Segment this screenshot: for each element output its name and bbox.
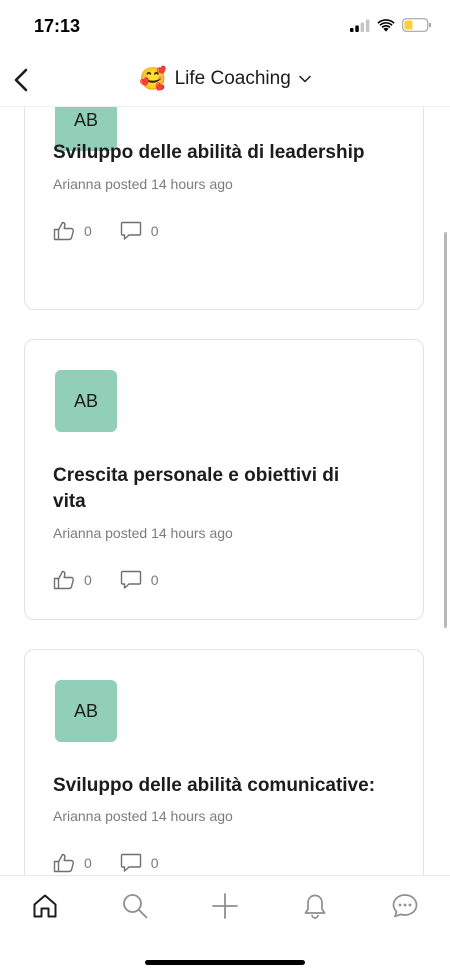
post-title[interactable]: Sviluppo delle abilità di leadership [53, 140, 383, 166]
post-title[interactable]: Sviluppo delle abilità comunicative: [53, 773, 413, 799]
post-meta: Arianna posted 14 hours ago [53, 525, 233, 541]
status-time: 17:13 [34, 16, 81, 36]
plus-icon [212, 893, 238, 919]
like-count: 0 [84, 855, 92, 871]
post-meta: Arianna posted 14 hours ago [53, 176, 233, 192]
status-bar: 17:13 [0, 0, 450, 54]
like-button[interactable]: 0 [53, 853, 92, 873]
comment-icon [120, 570, 141, 589]
bell-icon [304, 894, 326, 919]
tab-notifications[interactable] [293, 884, 337, 928]
comment-button[interactable]: 0 [120, 570, 159, 590]
chat-icon [392, 894, 418, 918]
like-button[interactable]: 0 [53, 570, 92, 590]
post-card[interactable]: AB Crescita personale e obiettivi di vit… [24, 339, 424, 620]
thumbs-up-icon [53, 221, 74, 241]
post-actions: 0 0 [53, 221, 187, 241]
search-icon [123, 894, 148, 919]
thumbs-up-icon [53, 570, 74, 590]
tab-create[interactable] [203, 884, 247, 928]
post-feed[interactable]: AB Sviluppo delle abilità di leadership … [0, 106, 450, 875]
like-button[interactable]: 0 [53, 221, 92, 241]
cellular-signal-icon [350, 19, 370, 32]
comment-icon [120, 853, 141, 872]
home-indicator [145, 960, 305, 965]
avatar[interactable]: AB [55, 680, 117, 742]
comment-icon [120, 221, 141, 240]
community-switcher[interactable]: 🥰 Life Coaching [0, 66, 450, 92]
comment-button[interactable]: 0 [120, 853, 159, 873]
scrollbar[interactable] [444, 232, 447, 628]
tab-bar [0, 875, 450, 976]
thumbs-up-icon [53, 853, 74, 873]
comment-count: 0 [150, 855, 159, 871]
post-card[interactable]: AB Sviluppo delle abilità comunicative: … [24, 649, 424, 875]
comment-button[interactable]: 0 [120, 221, 159, 241]
status-icons [350, 18, 432, 32]
post-title[interactable]: Crescita personale e obiettivi di vita [53, 463, 353, 515]
post-meta: Arianna posted 14 hours ago [53, 808, 233, 824]
tab-messages[interactable] [383, 884, 427, 928]
community-emoji: 🥰 [139, 66, 167, 91]
battery-icon [402, 18, 431, 32]
like-count: 0 [84, 223, 92, 239]
chevron-down-icon [299, 75, 311, 83]
wifi-icon [377, 18, 395, 32]
home-icon [33, 894, 57, 918]
tab-search[interactable] [113, 884, 157, 928]
post-card[interactable]: AB Sviluppo delle abilità di leadership … [24, 106, 424, 310]
page-title: Life Coaching [174, 68, 291, 89]
nav-bar: 🥰 Life Coaching [0, 54, 450, 107]
like-count: 0 [84, 572, 92, 588]
avatar[interactable]: AB [55, 370, 117, 432]
post-actions: 0 0 [53, 570, 187, 590]
comment-count: 0 [150, 572, 159, 588]
post-actions: 0 0 [53, 853, 187, 873]
comment-count: 0 [150, 223, 159, 239]
tab-home[interactable] [23, 884, 67, 928]
